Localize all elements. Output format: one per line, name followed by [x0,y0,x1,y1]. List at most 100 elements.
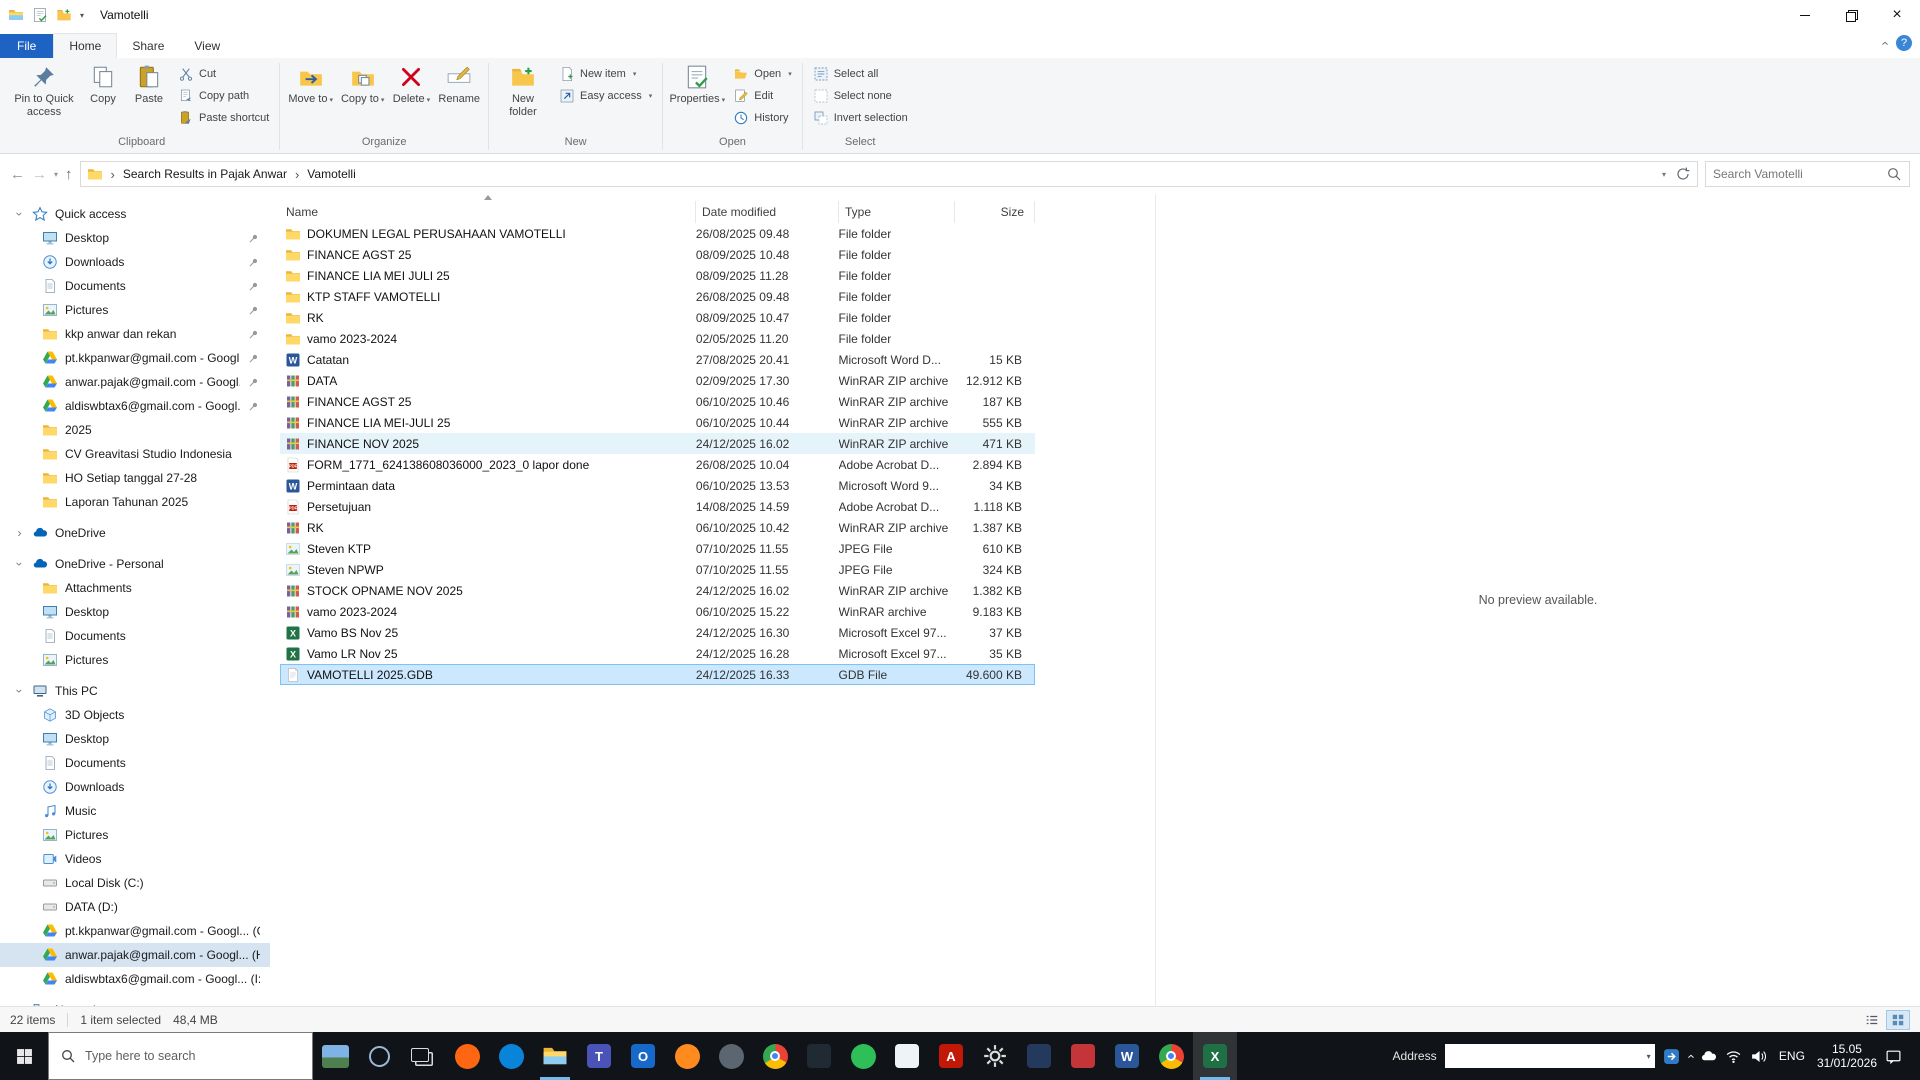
file-row[interactable]: Steven KTP07/10/2025 11.55JPEG File610 K… [280,538,1035,559]
address-go-icon[interactable] [1663,1048,1680,1065]
ribbon-button-pin-to-quick-access[interactable]: Pin to Quick access [9,60,79,121]
taskbar-cortana-icon[interactable] [357,1032,401,1080]
sidebar-item-documents[interactable]: Documents [0,751,270,775]
sidebar-item-2025[interactable]: 2025 [0,418,270,442]
hidden-icons-chevron-icon[interactable]: › [1682,1054,1697,1058]
ribbon-button-invert-selection[interactable]: Invert selection [808,107,913,128]
ribbon-button-copy-to[interactable]: Copy to▾ [338,60,387,109]
file-row[interactable]: XVamo BS Nov 2524/12/2025 16.30Microsoft… [280,622,1035,643]
taskbar-excel-icon[interactable]: X [1193,1032,1237,1080]
ribbon-button-delete[interactable]: Delete▾ [389,60,433,109]
column-header-date-modified[interactable]: Date modified [696,201,839,223]
ribbon-button-cut[interactable]: Cut [173,63,274,84]
ribbon-button-properties[interactable]: Properties▾ [668,60,726,109]
ribbon-button-select-all[interactable]: Select all [808,63,913,84]
ribbon-collapse-icon[interactable]: › [1876,41,1891,45]
sidebar-item-anwar-pajak-gmail-com-googl-h[interactable]: anwar.pajak@gmail.com - Googl... (H:) [0,943,270,967]
file-row[interactable]: FINANCE LIA MEI-JULI 2506/10/2025 10.44W… [280,412,1035,433]
breadcrumb-segment-search-results[interactable]: Search Results in Pajak Anwar [123,167,287,181]
sidebar-item-desktop[interactable]: Desktop [0,600,270,624]
restore-button[interactable] [1828,0,1874,30]
taskbar-teams-icon[interactable]: T [577,1032,621,1080]
sidebar-item-laporan-tahunan-2025[interactable]: Laporan Tahunan 2025 [0,490,270,514]
taskbar-app-navy-icon[interactable] [1017,1032,1061,1080]
taskbar-vscode-icon[interactable] [797,1032,841,1080]
ribbon-button-select-none[interactable]: Select none [808,85,913,106]
file-row[interactable]: DOKUMEN LEGAL PERUSAHAAN VAMOTELLI26/08/… [280,223,1035,244]
sidebar-item-cv-greavitasi-studio-indonesia[interactable]: CV Greavitasi Studio Indonesia [0,442,270,466]
sidebar-item-onedrive-personal[interactable]: ›OneDrive - Personal [0,552,270,576]
back-button[interactable]: ← [10,167,25,182]
taskbar-chrome-2-icon[interactable] [1149,1032,1193,1080]
ribbon-button-copy-path[interactable]: Copy path [173,85,274,106]
tab-share[interactable]: Share [117,34,179,58]
taskbar-app-red-icon[interactable] [1061,1032,1105,1080]
file-row[interactable]: WCatatan27/08/2025 20.41Microsoft Word D… [280,349,1035,370]
ribbon-button-history[interactable]: History [728,107,796,128]
action-center-icon[interactable] [1885,1048,1902,1065]
taskbar-settings-icon[interactable] [973,1032,1017,1080]
up-button[interactable]: ↑ [65,167,73,182]
volume-tray-icon[interactable] [1750,1048,1767,1065]
file-row[interactable]: WPermintaan data06/10/2025 13.53Microsof… [280,475,1035,496]
file-row[interactable]: Steven NPWP07/10/2025 11.55JPEG File324 … [280,559,1035,580]
start-button[interactable] [0,1032,48,1080]
tab-view[interactable]: View [179,34,235,58]
ribbon-button-edit[interactable]: Edit [728,85,796,106]
ribbon-button-new-folder[interactable]: New folder [494,60,552,121]
file-row[interactable]: PDFPersetujuan14/08/2025 14.59Adobe Acro… [280,496,1035,517]
taskbar-search-box[interactable] [48,1032,313,1080]
file-row[interactable]: XVamo LR Nov 2524/12/2025 16.28Microsoft… [280,643,1035,664]
address-toolbar-input[interactable] [1449,1049,1647,1063]
taskbar-steam-icon[interactable] [709,1032,753,1080]
file-row[interactable]: FINANCE LIA MEI JULI 2508/09/2025 11.28F… [280,265,1035,286]
taskbar-browser-orange-icon[interactable] [665,1032,709,1080]
address-box[interactable]: › Search Results in Pajak Anwar › Vamote… [80,161,1698,187]
file-row[interactable]: DATA02/09/2025 17.30WinRAR ZIP archive12… [280,370,1035,391]
file-row[interactable]: RK06/10/2025 10.42WinRAR ZIP archive1.38… [280,517,1035,538]
network-tray-icon[interactable] [1725,1048,1742,1065]
sidebar-item-quick-access[interactable]: ›Quick access [0,202,270,226]
sidebar-item-pt-kkpanwar-gmail-com-googl-g[interactable]: pt.kkpanwar@gmail.com - Googl... (G:) [0,919,270,943]
sidebar-item-videos[interactable]: Videos [0,847,270,871]
file-row[interactable]: PDFFORM_1771_624138608036000_2023_0 lapo… [280,454,1035,475]
sidebar-item-anwar-pajak-gmail-com-googl[interactable]: anwar.pajak@gmail.com - Googl... [0,370,270,394]
qat-customize-chevron-icon[interactable]: ▾ [80,11,84,20]
refresh-icon[interactable] [1675,166,1691,182]
search-input[interactable] [1713,167,1880,181]
ribbon-button-move-to[interactable]: Move to▾ [285,60,336,109]
file-row[interactable]: RK08/09/2025 10.47File folder [280,307,1035,328]
ribbon-button-copy[interactable]: Copy [81,60,125,108]
ribbon-button-paste-shortcut[interactable]: Paste shortcut [173,107,274,128]
sidebar-item-downloads[interactable]: Downloads [0,775,270,799]
file-row[interactable]: FINANCE AGST 2506/10/2025 10.46WinRAR ZI… [280,391,1035,412]
file-row[interactable]: STOCK OPNAME NOV 202524/12/2025 16.02Win… [280,580,1035,601]
sidebar-item-data-d[interactable]: DATA (D:) [0,895,270,919]
file-row[interactable]: FINANCE AGST 2508/09/2025 10.48File fold… [280,244,1035,265]
qat-new-folder-icon[interactable] [56,7,72,23]
address-toolbar-dropdown-icon[interactable]: ▾ [1647,1052,1651,1061]
taskbar-whatsapp-icon[interactable] [841,1032,885,1080]
sidebar-item-aldiswbtax6-gmail-com-googl-i[interactable]: aldiswbtax6@gmail.com - Googl... (I:) [0,967,270,991]
qat-properties-icon[interactable] [32,7,48,23]
taskbar-word-icon[interactable]: W [1105,1032,1149,1080]
sidebar-item-documents[interactable]: Documents [0,274,270,298]
breadcrumb-segment-vamotelli[interactable]: Vamotelli [307,167,355,181]
column-header-size[interactable]: Size [955,201,1035,223]
search-icon[interactable] [1886,166,1902,182]
taskbar-acrobat-icon[interactable]: A [929,1032,973,1080]
sidebar-item-attachments[interactable]: Attachments [0,576,270,600]
view-details-button[interactable] [1860,1010,1884,1030]
help-icon[interactable]: ? [1896,35,1912,51]
close-button[interactable]: × [1874,0,1920,30]
sidebar-item-desktop[interactable]: Desktop [0,226,270,250]
sidebar-item-desktop[interactable]: Desktop [0,727,270,751]
sidebar-item-pictures[interactable]: Pictures [0,648,270,672]
sidebar-item-kkp-anwar-dan-rekan[interactable]: kkp anwar dan rekan [0,322,270,346]
address-toolbar-input-wrap[interactable]: ▾ [1445,1044,1655,1068]
ribbon-button-easy-access[interactable]: Easy access▾ [554,85,657,106]
address-dropdown-icon[interactable]: ▾ [1658,170,1670,179]
tab-file[interactable]: File [0,34,53,58]
sidebar-item-local-disk-c[interactable]: Local Disk (C:) [0,871,270,895]
file-row[interactable]: KTP STAFF VAMOTELLI26/08/2025 09.48File … [280,286,1035,307]
